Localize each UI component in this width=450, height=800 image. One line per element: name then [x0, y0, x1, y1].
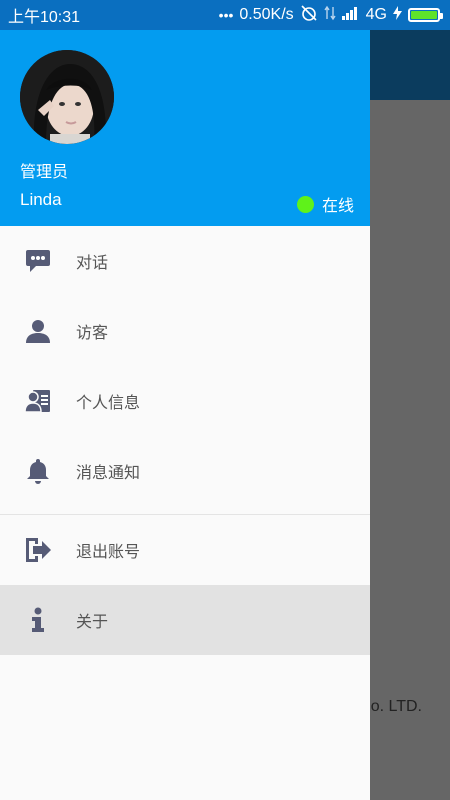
menu-item-chat[interactable]: 对话 — [0, 226, 370, 296]
menu-item-about[interactable]: 关于 — [0, 585, 370, 655]
drawer-menu: 对话 访客 个人信息 消息通知 — [0, 226, 370, 506]
status-dot-icon — [296, 195, 314, 213]
menu-item-label: 个人信息 — [76, 393, 141, 412]
menu-item-label: 对话 — [76, 253, 109, 272]
menu-item-logout[interactable]: 退出账号 — [0, 515, 370, 585]
drawer-menu-secondary: 退出账号 关于 — [0, 515, 370, 655]
status-indicators: ••• 0.50K/s 4G — [218, 4, 443, 27]
info-icon — [24, 606, 52, 634]
logout-icon — [24, 536, 52, 564]
menu-item-visitors[interactable]: 访客 — [0, 296, 370, 366]
menu-item-label: 退出账号 — [76, 542, 141, 561]
person-icon — [24, 317, 52, 345]
network-type: 4G — [365, 6, 387, 23]
avatar[interactable] — [20, 50, 114, 144]
bell-icon — [24, 457, 52, 485]
drawer-header: 管理员 Linda 在线 — [0, 30, 370, 226]
status-bar: 上午10:31 ••• 0.50K/s 4G — [0, 0, 450, 30]
battery-icon — [408, 8, 443, 22]
menu-item-label: 消息通知 — [76, 463, 141, 482]
navigation-drawer: 管理员 Linda 在线 对话 访客 个人信息 消息通知 退出账号 关于 — [0, 30, 370, 800]
profile-card-icon — [24, 387, 52, 415]
user-role: 管理员 — [20, 162, 69, 181]
menu-item-notifications[interactable]: 消息通知 — [0, 436, 370, 506]
charging-icon — [393, 5, 402, 25]
chat-bubble-icon — [24, 247, 52, 275]
user-name: Linda — [20, 190, 62, 209]
background-toolbar — [370, 30, 450, 100]
network-speed: 0.50K/s — [239, 6, 294, 23]
menu-item-label: 关于 — [76, 612, 109, 631]
more-dots-icon: ••• — [218, 7, 234, 23]
status-time: 上午10:31 — [8, 9, 81, 26]
data-transfer-icon — [324, 5, 336, 26]
alarm-off-icon — [300, 4, 318, 27]
menu-item-label: 访客 — [76, 323, 109, 342]
signal-icon — [341, 6, 360, 25]
status-text: 在线 — [321, 196, 354, 215]
menu-item-profile[interactable]: 个人信息 — [0, 366, 370, 436]
online-status[interactable]: 在线 — [296, 192, 354, 216]
